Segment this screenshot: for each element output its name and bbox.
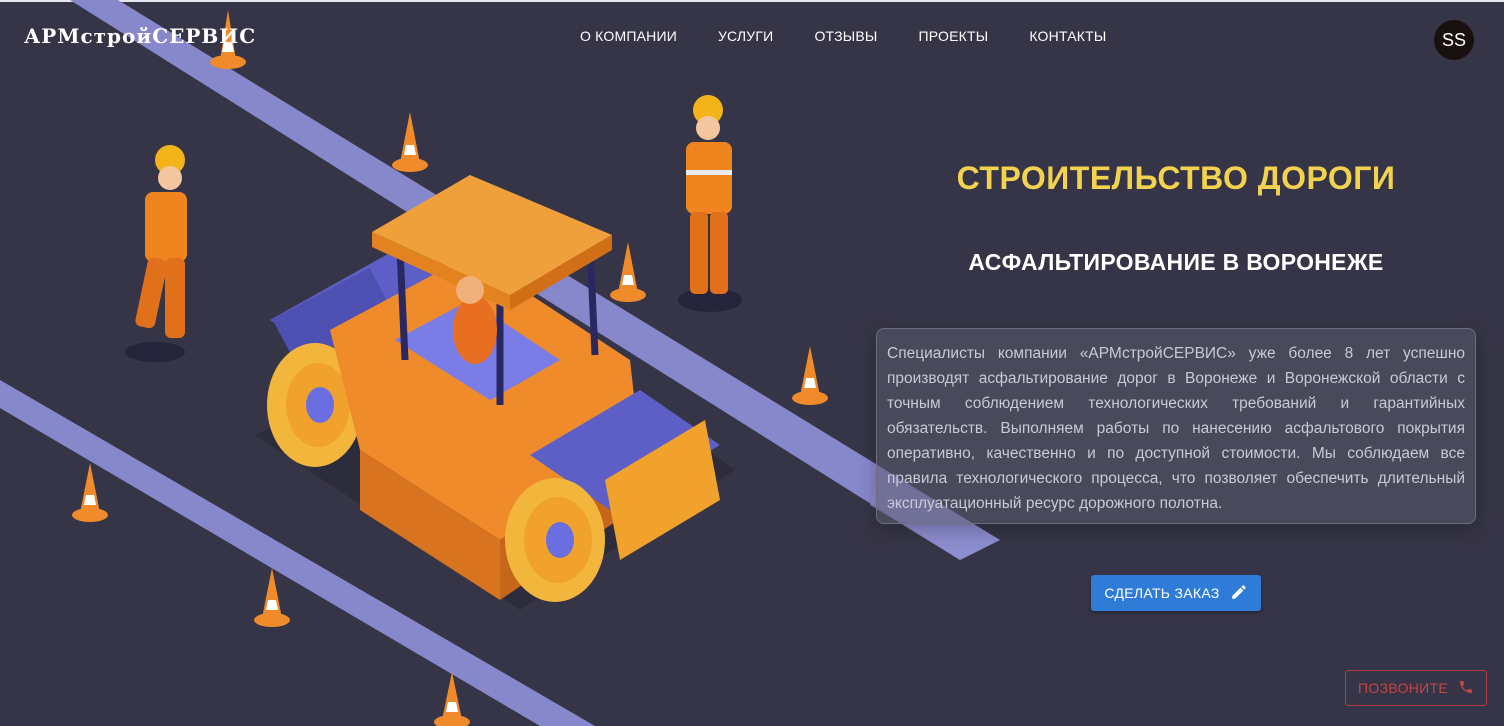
hero-subtitle: АСФАЛЬТИРОВАНИЕ В ВОРОНЕЖЕ (968, 249, 1384, 275)
pencil-icon (1230, 583, 1248, 604)
main-nav: О КОМПАНИИ УСЛУГИ ОТЗЫВЫ ПРОЕКТЫ КОНТАКТ… (580, 28, 1106, 44)
hero-title: СТРОИТЕЛЬСТВО ДОРОГИ (956, 160, 1396, 196)
nav-item-about[interactable]: О КОМПАНИИ (580, 28, 677, 44)
phone-icon (1458, 679, 1474, 698)
user-avatar[interactable]: SS (1434, 20, 1474, 60)
nav-item-projects[interactable]: ПРОЕКТЫ (919, 28, 989, 44)
nav-item-services[interactable]: УСЛУГИ (718, 28, 773, 44)
worker-left (125, 145, 187, 362)
call-button[interactable]: ПОЗВОНИТЕ (1345, 670, 1487, 706)
brand-logo[interactable]: АРМстройСЕРВИС (24, 24, 256, 48)
description-text: Специалисты компании «АРМстройСЕРВИС» уж… (887, 345, 1465, 512)
call-button-label: ПОЗВОНИТЕ (1358, 680, 1448, 696)
description-card: Специалисты компании «АРМстройСЕРВИС» уж… (876, 328, 1476, 524)
order-button[interactable]: СДЕЛАТЬ ЗАКАЗ (1091, 575, 1261, 611)
nav-item-reviews[interactable]: ОТЗЫВЫ (814, 28, 877, 44)
nav-item-contacts[interactable]: КОНТАКТЫ (1029, 28, 1106, 44)
worker-right (678, 95, 742, 312)
order-button-label: СДЕЛАТЬ ЗАКАЗ (1104, 585, 1220, 601)
